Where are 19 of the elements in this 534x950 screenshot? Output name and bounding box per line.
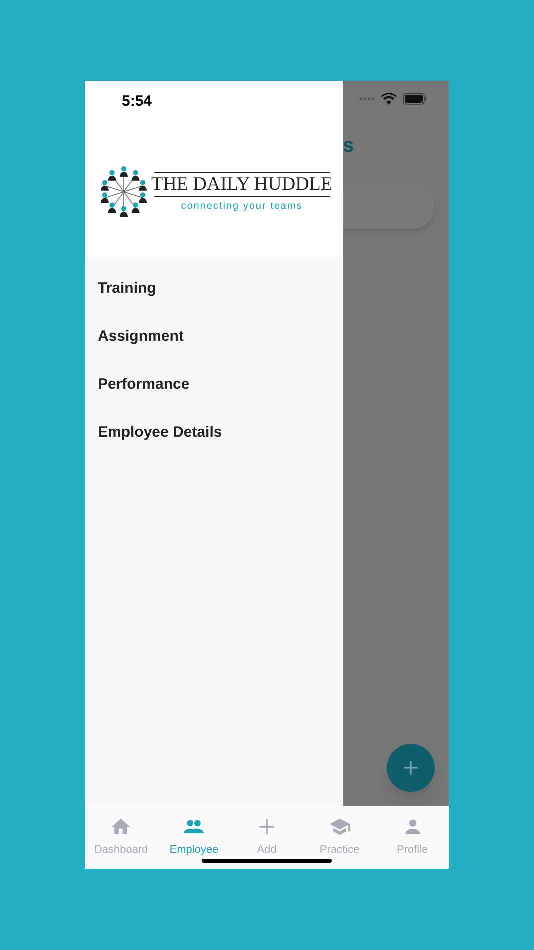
signal-icon: [359, 97, 375, 101]
drawer-menu-item[interactable]: Assignment: [98, 325, 184, 349]
wifi-icon: [381, 93, 397, 105]
tab-bar-item[interactable]: Profile: [376, 806, 449, 869]
drawer-menu-item[interactable]: Employee Details: [98, 421, 222, 445]
tab-bar-item[interactable]: Employee: [158, 806, 231, 869]
logo-tagline: connecting your teams: [181, 200, 303, 214]
tab-bar-item[interactable]: Add: [230, 806, 304, 869]
drawer-menu-item[interactable]: Training: [98, 277, 156, 301]
drawer-menu-item[interactable]: Performance: [98, 373, 190, 397]
plus-icon: [402, 759, 420, 777]
add-button[interactable]: [387, 744, 435, 792]
status-time: 5:54: [122, 92, 152, 112]
tab-bar-item[interactable]: Dashboard: [85, 806, 158, 869]
logo-title: THE DAILY HUDDLE: [151, 175, 333, 194]
screen-title: s: [343, 134, 354, 159]
battery-icon: [403, 93, 427, 105]
tab-bar-item[interactable]: Practice: [303, 806, 376, 869]
graduation-cap-icon: [328, 816, 351, 838]
